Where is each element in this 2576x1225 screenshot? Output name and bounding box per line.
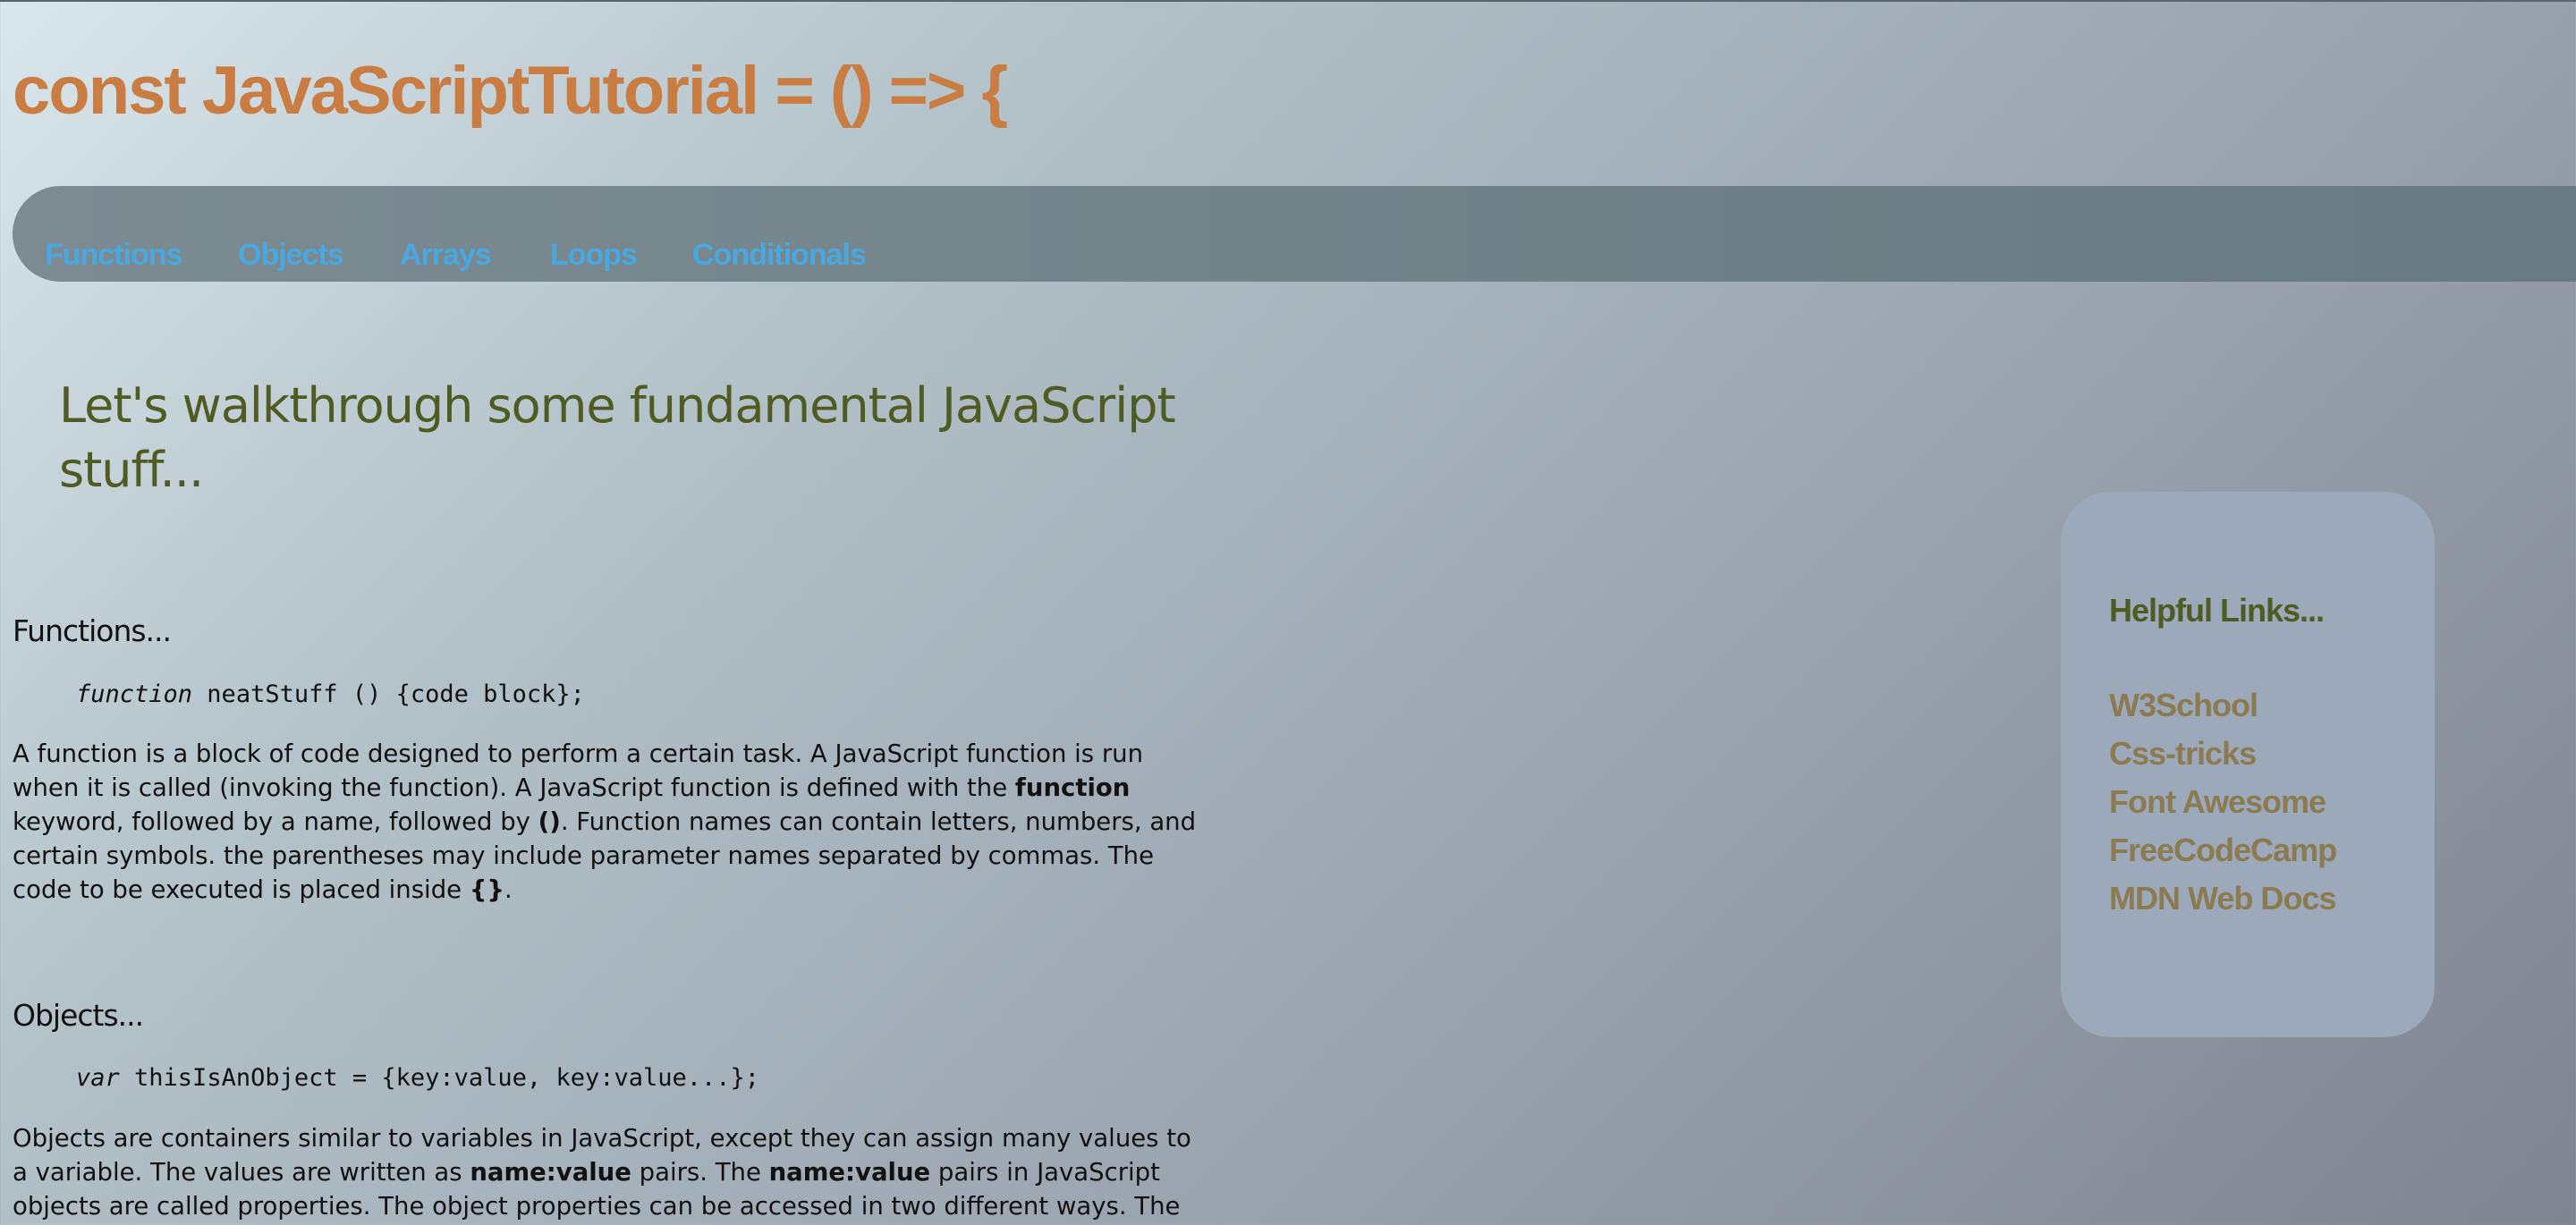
sidebar-title: Helpful Links... xyxy=(2109,592,2325,629)
objects-description: Objects are containers similar to variab… xyxy=(13,1121,1211,1225)
nav-link-loops[interactable]: Loops xyxy=(550,238,638,273)
functions-code-example: function neatStuff () {code block}; xyxy=(76,680,585,708)
functions-section-title: Functions... xyxy=(13,613,172,648)
code-keyword-var: var xyxy=(76,1064,120,1092)
bold-term: () xyxy=(538,807,561,836)
link-freecodecamp[interactable]: FreeCodeCamp xyxy=(2109,832,2337,869)
objects-code-example: var thisIsAnObject = {key:value, key:val… xyxy=(76,1064,759,1092)
text-segment: pairs. The xyxy=(631,1158,769,1187)
link-w3school[interactable]: W3School xyxy=(2109,687,2258,724)
functions-description: A function is a block of code designed t… xyxy=(13,737,1211,907)
helpful-links-sidebar: Helpful Links... W3School Css-tricks Fon… xyxy=(2061,492,2435,1037)
text-segment: A function is a block of code designed t… xyxy=(13,739,1144,802)
bold-term: name:value xyxy=(768,1158,931,1187)
main-nav: Functions Objects Arrays Loops Condition… xyxy=(13,186,2576,282)
link-css-tricks[interactable]: Css-tricks xyxy=(2109,735,2257,773)
bold-term: {} xyxy=(469,875,504,904)
link-font-awesome[interactable]: Font Awesome xyxy=(2109,783,2326,821)
nav-link-conditionals[interactable]: Conditionals xyxy=(692,238,867,273)
objects-section-title: Objects... xyxy=(13,998,144,1033)
text-segment: . xyxy=(504,875,513,904)
code-body: thisIsAnObject = {key:value, key:value..… xyxy=(119,1064,760,1092)
text-segment: keyword, followed by a name, followed by xyxy=(13,807,538,836)
code-keyword-function: function xyxy=(76,680,193,708)
link-mdn-web-docs[interactable]: MDN Web Docs xyxy=(2109,880,2336,917)
bold-term: function xyxy=(1014,773,1131,802)
code-body: neatStuff () {code block}; xyxy=(192,680,585,708)
bold-term: name:value xyxy=(470,1158,631,1187)
site-title: const JavaScriptTutorial = () => { xyxy=(13,53,1008,129)
nav-link-arrays[interactable]: Arrays xyxy=(400,238,492,273)
nav-link-functions[interactable]: Functions xyxy=(45,238,182,273)
nav-link-objects[interactable]: Objects xyxy=(238,238,344,273)
intro-heading: Let's walkthrough some fundamental JavaS… xyxy=(59,377,1176,498)
top-border xyxy=(0,0,2576,2)
